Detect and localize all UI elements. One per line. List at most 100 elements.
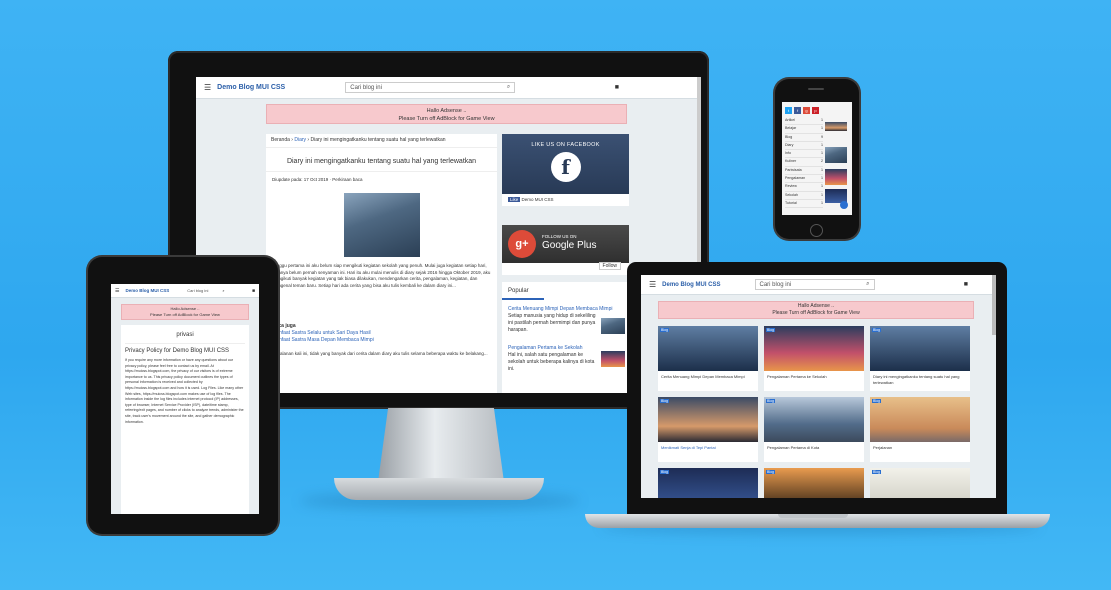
post-card[interactable]: Blog: [870, 468, 970, 498]
label-item[interactable]: Pengalaman 1: [785, 175, 823, 184]
post-card-tag[interactable]: Blog: [872, 470, 882, 474]
blog-brand[interactable]: Demo Blog MUI CSS: [217, 84, 285, 91]
search-placeholder: Cari blog ini: [350, 84, 382, 91]
post-card-title[interactable]: Cerita Menuang Mimpi Depan Membaca Mimpi: [658, 371, 758, 383]
monitor-base: [334, 478, 544, 500]
search-input[interactable]: Cari blog ini ⌕: [754, 279, 875, 290]
post-image: [343, 193, 420, 257]
post-card-tag[interactable]: Blog: [872, 399, 882, 403]
post-card-tag[interactable]: Blog: [766, 328, 776, 332]
search-input[interactable]: Cari blog ini ⌕: [183, 287, 229, 294]
label-item[interactable]: Sekolah 1: [785, 192, 823, 200]
menu-icon[interactable]: ☰: [204, 83, 211, 92]
facebook-like-button[interactable]: Like: [508, 197, 521, 202]
search-icon[interactable]: ⌕: [222, 288, 224, 293]
also-read-title: Baca juga: [272, 323, 296, 329]
post-card-image[interactable]: Blog: [764, 326, 864, 371]
social-icon[interactable]: t: [785, 107, 792, 114]
post-card-image[interactable]: Blog: [658, 468, 758, 498]
popular-item-image: [601, 351, 625, 367]
post-card-title[interactable]: Perjalanan: [870, 442, 970, 454]
post-card-image[interactable]: Blog: [870, 326, 970, 371]
label-item[interactable]: Info 1: [785, 150, 823, 159]
post-card-tag[interactable]: Blog: [766, 399, 776, 403]
post-card-tag[interactable]: Blog: [660, 470, 670, 474]
facebook-widget-title: LIKE US ON FACEBOOK: [531, 142, 600, 148]
popular-item[interactable]: Cerita Menuang Mimpi Depan Membaca Mimpi…: [502, 300, 629, 341]
post-card[interactable]: Blog Cerita Menuang Mimpi Depan Membaca …: [658, 326, 758, 391]
social-icon[interactable]: g: [803, 107, 810, 114]
scroll-top-button[interactable]: [840, 201, 848, 209]
post-card-title[interactable]: Pengalaman Pertama di Kota: [764, 442, 864, 454]
post-card[interactable]: Blog Pengalaman Pertama ke Sekolah: [764, 326, 864, 391]
alert-line-2: Please Turn off AdBlock for Game View: [150, 312, 220, 317]
label-name: Artikel: [785, 118, 795, 122]
also-read-link[interactable]: Manfaat Sastra Selalu untuk Sari Daya Ha…: [266, 330, 497, 337]
alert-line-2: Please Turn off AdBlock for Game View: [398, 116, 495, 122]
blog-brand[interactable]: Demo Blog MUI CSS: [125, 288, 169, 293]
popular-title: Popular: [502, 282, 544, 300]
popular-item[interactable]: Pengalaman Pertama ke Sekolah Hal ini, s…: [502, 341, 629, 372]
blog-brand[interactable]: Demo Blog MUI CSS: [662, 282, 720, 288]
popular-item-title[interactable]: Cerita Menuang Mimpi Depan Membaca Mimpi: [508, 306, 623, 313]
popular-item-image: [601, 318, 625, 334]
label-item[interactable]: Review 1: [785, 183, 823, 192]
grid-icon[interactable]: ■: [964, 281, 968, 288]
breadcrumb: Beranda › Diary › Diary ini mengingatkan…: [266, 134, 497, 148]
also-read-link[interactable]: Manfaat Sastra Masa Depan Membaca Mimpi: [266, 337, 497, 344]
grid-icon[interactable]: ■: [615, 84, 619, 91]
post-card-image[interactable]: Blog: [764, 468, 864, 498]
search-input[interactable]: Cari blog ini ⌕: [345, 82, 516, 93]
post-card[interactable]: Blog Diary ini mengingatkanku tentang su…: [870, 326, 970, 391]
label-item[interactable]: Artikel 1: [785, 117, 823, 126]
label-item[interactable]: Tutorial 1: [785, 200, 823, 209]
post-card-tag[interactable]: Blog: [766, 470, 776, 474]
label-item[interactable]: Pariwisata 1: [785, 167, 823, 176]
post-grid: Blog Cerita Menuang Mimpi Depan Membaca …: [658, 326, 976, 498]
label-item[interactable]: Diary 1: [785, 142, 823, 151]
label-count: 1: [821, 176, 823, 181]
post-card-tag[interactable]: Blog: [660, 328, 670, 332]
label-item[interactable]: Belajar 1: [785, 125, 823, 134]
label-count: 1: [821, 167, 823, 172]
post-card-image[interactable]: Blog: [870, 397, 970, 442]
post-card-image[interactable]: Blog: [658, 397, 758, 442]
post-card-image[interactable]: Blog: [870, 468, 970, 498]
post-card[interactable]: Blog: [658, 468, 758, 498]
label-name: Blog: [785, 134, 793, 139]
googleplus-follow-button[interactable]: Follow: [598, 262, 621, 270]
post-card[interactable]: Blog Perjalanan: [870, 397, 970, 462]
googleplus-widget[interactable]: g+ FOLLOW US ON Google Plus: [502, 225, 629, 263]
social-icon[interactable]: p: [812, 107, 819, 114]
post-card-title[interactable]: Diary ini mengingatkanku tentang suatu h…: [870, 371, 970, 388]
post-body: Minggu pertama ini aku belum siap mengik…: [272, 263, 491, 288]
menu-icon[interactable]: ☰: [649, 280, 656, 289]
post-card-tag[interactable]: Blog: [660, 399, 670, 403]
post-card[interactable]: Blog Menikmati Senja di Tepi Pantai: [658, 397, 758, 462]
post-card-image[interactable]: Blog: [764, 397, 864, 442]
label-count: 1: [821, 151, 823, 156]
social-icon[interactable]: f: [794, 107, 801, 114]
post-meta: Diupdate pada: 17 Oct 2019 · Perkiraan b…: [272, 177, 363, 182]
breadcrumb-home[interactable]: Beranda: [271, 137, 290, 143]
label-count: 1: [821, 192, 823, 197]
laptop-scrollbar[interactable]: [992, 275, 996, 335]
post-card-title[interactable]: Menikmati Senja di Tepi Pantai: [658, 442, 758, 454]
label-item[interactable]: Kuliner 2: [785, 158, 823, 167]
search-icon[interactable]: ⌕: [507, 84, 510, 91]
post-card-image[interactable]: Blog: [658, 326, 758, 371]
page-body: If you require any more information or h…: [125, 358, 244, 424]
grid-icon[interactable]: ■: [252, 288, 255, 294]
search-icon[interactable]: ⌕: [866, 281, 869, 288]
facebook-widget[interactable]: LIKE US ON FACEBOOK f: [502, 134, 629, 194]
menu-icon[interactable]: ☰: [115, 288, 119, 294]
search-placeholder: Cari blog ini: [759, 281, 792, 288]
post-card-tag[interactable]: Blog: [872, 328, 882, 332]
post-card[interactable]: Blog: [764, 468, 864, 498]
post-card-title[interactable]: Pengalaman Pertama ke Sekolah: [764, 371, 864, 383]
phone-home-button[interactable]: [810, 224, 823, 237]
alert-line-2: Please Turn off AdBlock for Game View: [772, 310, 860, 316]
breadcrumb-category[interactable]: Diary: [294, 137, 306, 143]
post-card[interactable]: Blog Pengalaman Pertama di Kota: [764, 397, 864, 462]
label-item[interactable]: Blog 9: [785, 134, 823, 142]
